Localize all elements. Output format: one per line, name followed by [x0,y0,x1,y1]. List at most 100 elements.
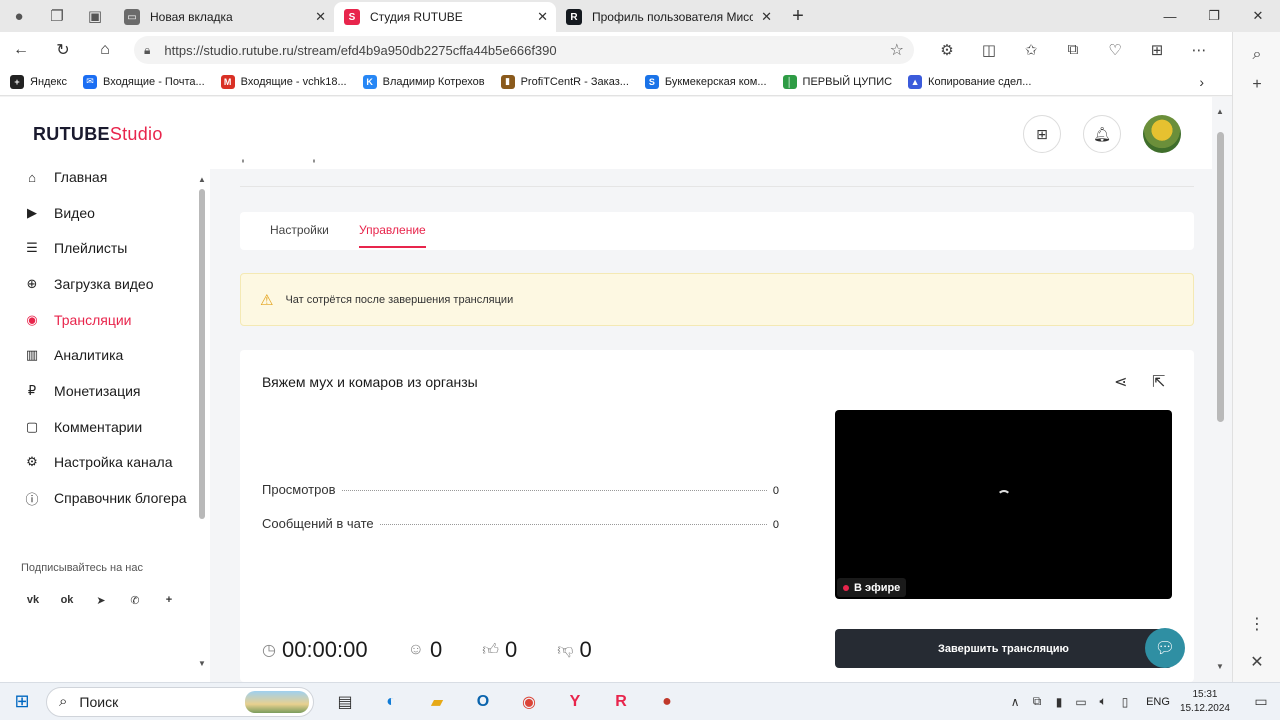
microphone-icon[interactable]: ▮ [1048,695,1070,709]
profile-icon[interactable]: ● [0,0,38,32]
social-links: vk ok ➤ ✆ + [21,588,191,612]
stream-title: Вяжем мух и комаров из органзы [262,374,478,390]
favorite-star-icon[interactable]: ☆ [890,40,904,60]
chrome-icon[interactable]: ◉ [506,683,552,720]
close-icon[interactable]: ✕ [315,9,326,25]
close-icon[interactable]: ✕ [761,9,772,25]
home-icon[interactable]: ⌂ [84,32,126,68]
sidebar-item-home[interactable]: ⌂ Главная [22,165,107,189]
task-view-icon[interactable]: ▤ [322,683,368,720]
browser-tab-new[interactable]: ▭ Новая вкладка ✕ [114,2,334,32]
chevron-up-icon[interactable]: ∧ [1004,695,1026,709]
reload-icon[interactable]: ↻ [42,32,84,68]
share-icon[interactable]: ⋖ [1114,372,1127,392]
support-chat-button[interactable]: 💬︎ [1145,628,1185,668]
taskbar-search[interactable]: ⌕ Поиск [46,686,314,717]
tab-management[interactable]: Управление [359,223,426,248]
minimize-icon[interactable]: — [1148,0,1192,32]
telegram-icon[interactable]: ➤ [89,588,113,612]
clock[interactable]: 15:31 15.12.2024 [1180,688,1230,716]
apps-icon[interactable]: ⊞ [1136,41,1178,59]
battery-icon[interactable]: ▯ [1114,695,1136,709]
sidebar-item-help[interactable]: ⓘ Справочник блогера [22,486,186,510]
sidebar-item-monetization[interactable]: ₽ Монетизация [22,379,141,403]
file-explorer-icon[interactable]: ▰ [414,683,460,720]
bookmark-item[interactable]: ▲ Копирование сдел... [908,74,1031,89]
sidebar-scrollbar[interactable]: ▲ ▼ [198,175,206,670]
notifications-icon[interactable]: ▭ [1246,693,1276,710]
workspaces-icon[interactable]: ❐ [38,0,76,32]
page-scrollbar[interactable]: ▲ ▼ [1212,97,1232,682]
clock-icon: ◷ [262,642,276,659]
sidebar-item-video[interactable]: ▶ Видео [22,201,95,225]
bookmark-item[interactable]: K Владимир Котрехов [362,74,485,89]
plus-icon[interactable]: + [157,588,181,612]
restore-icon[interactable]: ❐ [1192,0,1236,32]
meet-icon[interactable]: ⧉ [1026,694,1048,709]
close-window-icon[interactable]: ✕ [1236,0,1280,32]
url-field[interactable]: 🔒︎ https://studio.rutube.ru/stream/efd4b… [134,36,914,64]
language-indicator[interactable]: ENG [1146,696,1170,708]
extensions-icon[interactable]: ⚙ [926,41,968,59]
bookmark-item[interactable]: │ ПЕРВЫЙ ЦУПИС [782,74,892,89]
end-stream-button[interactable]: Завершить трансляцию [835,629,1172,668]
more-vertical-icon[interactable]: ⋮ [1233,614,1280,634]
scroll-down-icon[interactable]: ▼ [198,659,206,668]
new-tab-button[interactable]: + [780,0,816,32]
scroll-up-icon[interactable]: ▲ [1216,107,1224,116]
bookmark-item[interactable]: + Яндекс [10,74,67,89]
url-text[interactable]: https://studio.rutube.ru/stream/efd4b9a9… [164,43,889,58]
external-link-icon[interactable]: ⇱ [1152,372,1165,392]
sidebar-item-upload[interactable]: ⊕ Загрузка видео [22,272,154,296]
viber-icon[interactable]: ✆ [123,588,147,612]
rutube-app-icon[interactable]: R [598,683,644,720]
yandex-browser-icon[interactable]: Y [552,683,598,720]
rutube-studio-logo[interactable]: RUTUBEStudio [33,124,163,145]
back-icon[interactable]: ← [0,32,42,68]
odnoklassniki-icon[interactable]: ok [55,588,79,612]
bookmark-item[interactable]: S Букмекерская ком... [644,74,767,89]
split-screen-icon[interactable]: ◫ [968,41,1010,59]
browser-tab-profile[interactable]: R Профиль пользователя Миссия ✕ [556,2,780,32]
tab-title: Профиль пользователя Миссия [592,10,754,24]
collections-icon[interactable]: ⧉ [1052,41,1094,59]
sidebar-item-channel-settings[interactable]: ⚙ Настройка канала [22,450,172,474]
upload-button[interactable]: ⊞ [1023,115,1061,153]
browser-tab-studio[interactable]: S Студия RUTUBE ✕ [334,2,556,32]
scrollbar-thumb[interactable] [199,189,205,519]
chat-bubble-icon: 💬︎ [1154,640,1176,657]
scroll-up-icon[interactable]: ▲ [198,175,206,184]
browser-essentials-icon[interactable]: ♡ [1094,41,1136,59]
tab-settings[interactable]: Настройки [270,223,329,237]
volume-icon[interactable]: 🔈︎ [1092,694,1114,709]
bookmark-item[interactable]: M Входящие - vchk18... [220,74,347,89]
add-icon[interactable]: + [1233,76,1280,94]
outlook-icon[interactable]: O [460,683,506,720]
tab-actions-icon[interactable]: ▣ [76,0,114,32]
bookmark-icon: K [362,74,377,89]
bookmark-item[interactable]: ▮ ProfiTCentR - Заказ... [500,74,629,89]
favorites-icon[interactable]: ✩ [1010,41,1052,59]
stream-preview-player[interactable]: В эфире [835,410,1172,599]
close-icon[interactable]: ✕ [1233,652,1280,672]
notifications-button[interactable]: 🔔︎ [1083,115,1121,153]
windows-start-icon[interactable]: ⊞ [0,691,44,712]
network-icon[interactable]: ▭ [1070,695,1092,709]
sidebar-item-analytics[interactable]: ▥ Аналитика [22,343,123,367]
avatar[interactable] [1143,115,1181,153]
lock-icon[interactable]: 🔒︎ [144,43,150,58]
edge-icon[interactable]: ◐ [368,683,414,720]
sidebar-item-streams[interactable]: ◉ Трансляции [22,308,131,332]
sidebar-item-playlists[interactable]: ☰ Плейлисты [22,236,127,260]
vk-icon[interactable]: vk [21,588,45,612]
more-menu-icon[interactable]: ⋯ [1178,41,1220,59]
bookmark-item[interactable]: ✉ Входящие - Почта... [83,74,205,89]
app-icon[interactable]: ● [644,683,690,720]
chat-warning-banner: ⚠ Чат сотрётся после завершения трансляц… [240,273,1194,326]
close-icon[interactable]: ✕ [537,9,548,25]
scroll-down-icon[interactable]: ▼ [1216,662,1224,671]
search-icon[interactable]: ⌕ [1233,46,1280,64]
scrollbar-thumb[interactable] [1217,132,1224,422]
sidebar-item-comments[interactable]: ▢ Комментарии [22,415,142,439]
chevron-right-icon[interactable]: › [1199,74,1204,90]
